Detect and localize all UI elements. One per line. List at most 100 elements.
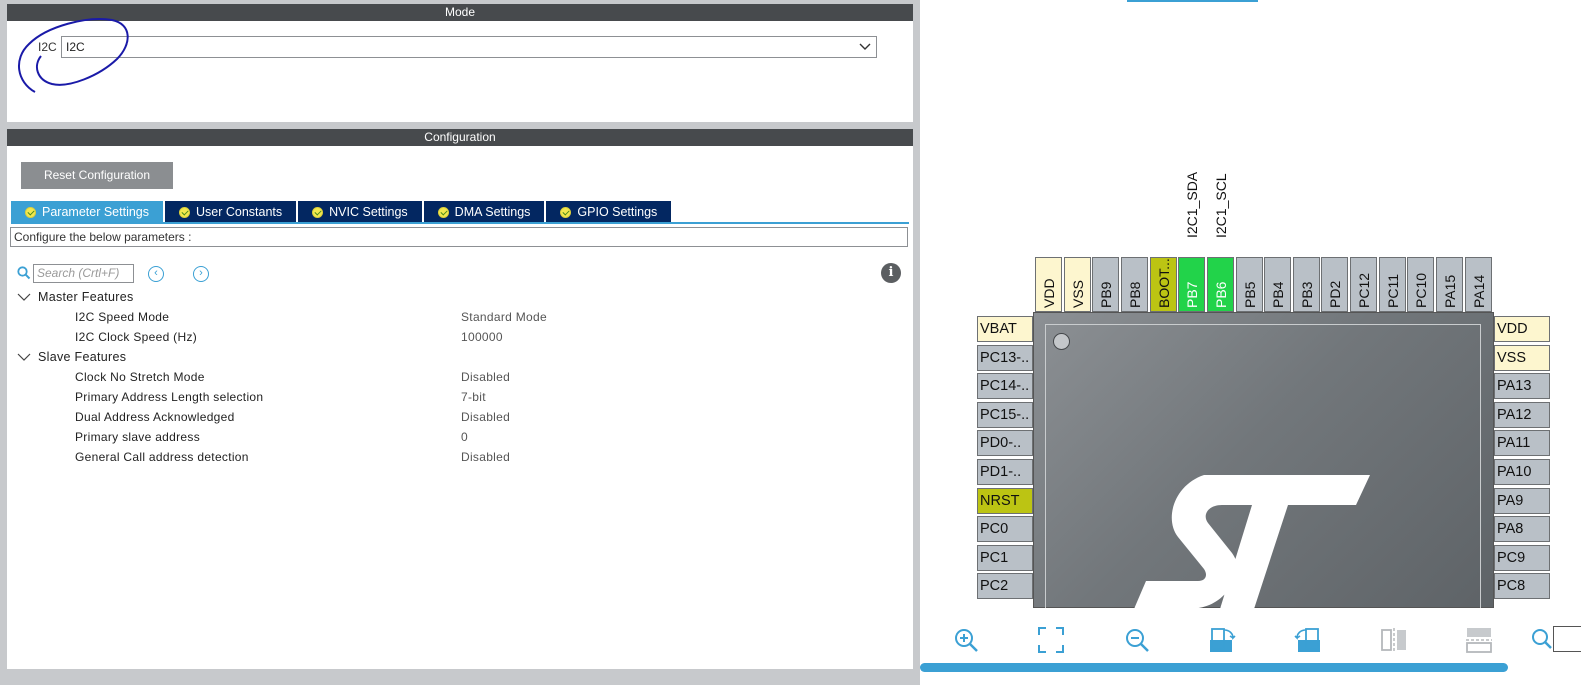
group-slave-features[interactable]: Slave Features: [17, 347, 897, 367]
pin-top[interactable]: PD2: [1321, 257, 1348, 312]
param-value[interactable]: 0: [461, 427, 468, 447]
flip-horizontal-icon: [1466, 628, 1492, 653]
parameters-description: Configure the below parameters :: [10, 227, 908, 247]
param-key: Clock No Stretch Mode: [75, 370, 205, 384]
zoom-out-icon[interactable]: [1123, 626, 1151, 654]
pin-left[interactable]: PD1-..: [977, 459, 1033, 485]
pin-right[interactable]: PA9: [1494, 488, 1550, 514]
param-key: Dual Address Acknowledged: [75, 410, 235, 424]
param-row[interactable]: Primary slave address 0: [17, 427, 897, 447]
param-value[interactable]: Disabled: [461, 367, 510, 387]
configuration-panel: Configuration Reset Configuration Parame…: [7, 129, 913, 669]
config-tabs: Parameter Settings User Constants NVIC S…: [11, 201, 673, 223]
configuration-header: Configuration: [7, 129, 913, 146]
pin-top[interactable]: VDD: [1035, 257, 1062, 312]
pin-top[interactable]: PB4: [1264, 257, 1291, 312]
search-input[interactable]: Search (Crtl+F): [33, 264, 134, 283]
pin-left[interactable]: PC1: [977, 545, 1033, 571]
pin-top[interactable]: BOOT...: [1150, 257, 1177, 312]
param-value[interactable]: 100000: [461, 327, 503, 347]
next-result-icon[interactable]: ›: [193, 266, 209, 282]
pin-right[interactable]: PC9: [1494, 545, 1550, 571]
pin-right[interactable]: VDD: [1494, 316, 1550, 342]
param-key: I2C Speed Mode: [75, 310, 170, 324]
mode-panel: Mode I2C I2C: [7, 4, 913, 122]
tab-label: User Constants: [196, 205, 283, 219]
pin-right[interactable]: PA8: [1494, 516, 1550, 542]
fit-screen-icon[interactable]: [1037, 626, 1065, 654]
tab-label: Parameter Settings: [42, 205, 149, 219]
i2c-mode-select[interactable]: I2C: [61, 36, 877, 58]
pin-left[interactable]: PC2: [977, 573, 1033, 599]
info-icon[interactable]: i: [881, 263, 901, 283]
mode-header: Mode: [7, 4, 913, 21]
pin-top[interactable]: PC10: [1407, 257, 1434, 312]
zoom-in-icon[interactable]: [952, 626, 980, 654]
tab-label: NVIC Settings: [329, 205, 408, 219]
pin-top-pb7[interactable]: PB7: [1178, 257, 1205, 312]
pin-right[interactable]: PA13: [1494, 373, 1550, 399]
chip-view-toolbar: [920, 608, 1581, 664]
pin-top[interactable]: PB3: [1293, 257, 1320, 312]
param-value[interactable]: Disabled: [461, 407, 510, 427]
pin-top[interactable]: PC12: [1350, 257, 1377, 312]
tab-nvic-settings[interactable]: NVIC Settings: [298, 201, 422, 223]
signal-label-i2c1-sda: I2C1_SDA: [1184, 171, 1200, 238]
pin-left[interactable]: VBAT: [977, 316, 1033, 342]
pin-top[interactable]: PA14: [1465, 257, 1492, 312]
pin-top[interactable]: PA15: [1436, 257, 1463, 312]
tab-user-constants[interactable]: User Constants: [165, 201, 297, 223]
tab-label: GPIO Settings: [577, 205, 658, 219]
chevron-down-icon[interactable]: [17, 351, 31, 363]
rotate-left-icon[interactable]: [1294, 626, 1322, 654]
param-key: Primary slave address: [75, 430, 201, 444]
pin-right[interactable]: VSS: [1494, 345, 1550, 371]
pin-top[interactable]: PB5: [1236, 257, 1263, 312]
pin-right[interactable]: PC8: [1494, 573, 1550, 599]
param-row[interactable]: I2C Speed Mode Standard Mode: [17, 307, 897, 327]
param-row[interactable]: General Call address detection Disabled: [17, 447, 897, 467]
tab-parameter-settings[interactable]: Parameter Settings: [11, 201, 163, 223]
pin-left[interactable]: PC14-..: [977, 373, 1033, 399]
tab-gpio-settings[interactable]: GPIO Settings: [546, 201, 672, 223]
param-value[interactable]: Standard Mode: [461, 307, 547, 327]
tab-dma-settings[interactable]: DMA Settings: [423, 201, 545, 223]
group-master-features[interactable]: Master Features: [17, 287, 897, 307]
previous-result-icon[interactable]: ‹: [148, 266, 164, 282]
param-row[interactable]: Primary Address Length selection 7-bit: [17, 387, 897, 407]
search-icon[interactable]: [17, 266, 31, 280]
chevron-down-icon: [859, 43, 871, 50]
chevron-down-icon[interactable]: [17, 291, 31, 303]
param-row[interactable]: Clock No Stretch Mode Disabled: [17, 367, 897, 387]
pin-right[interactable]: PA10: [1494, 459, 1550, 485]
pin-top[interactable]: PB8: [1121, 257, 1148, 312]
tab-underline: [11, 222, 909, 224]
signal-label-i2c1-scl: I2C1_SCL: [1213, 173, 1229, 238]
pin-top[interactable]: PC11: [1379, 257, 1406, 312]
param-key: Primary Address Length selection: [75, 390, 264, 404]
pin-left[interactable]: PC0: [977, 516, 1033, 542]
pin-left[interactable]: PC15-..: [977, 402, 1033, 428]
pin-left[interactable]: PD0-..: [977, 430, 1033, 456]
param-value[interactable]: 7-bit: [461, 387, 486, 407]
param-value[interactable]: Disabled: [461, 447, 510, 467]
param-row[interactable]: Dual Address Acknowledged Disabled: [17, 407, 897, 427]
reset-configuration-button[interactable]: Reset Configuration: [21, 162, 173, 189]
pin-left[interactable]: PC13-..: [977, 345, 1033, 371]
pin-left[interactable]: NRST: [977, 488, 1033, 514]
pin-top[interactable]: VSS: [1064, 257, 1091, 312]
pin-top-pb6[interactable]: PB6: [1207, 257, 1234, 312]
pin-search-input[interactable]: [1553, 626, 1581, 652]
check-circle-icon: [560, 206, 572, 218]
pin-top[interactable]: PB9: [1092, 257, 1119, 312]
param-row[interactable]: I2C Clock Speed (Hz) 100000: [17, 327, 897, 347]
flip-vertical-icon: [1381, 628, 1406, 652]
group-label: Slave Features: [38, 350, 127, 364]
i2c-mode-value: I2C: [66, 40, 85, 54]
pin-right[interactable]: PA11: [1494, 430, 1550, 456]
rotate-right-icon[interactable]: [1208, 626, 1236, 654]
param-key: General Call address detection: [75, 450, 249, 464]
group-label: Master Features: [38, 290, 134, 304]
horizontal-scrollbar[interactable]: [920, 663, 1508, 672]
pin-right[interactable]: PA12: [1494, 402, 1550, 428]
